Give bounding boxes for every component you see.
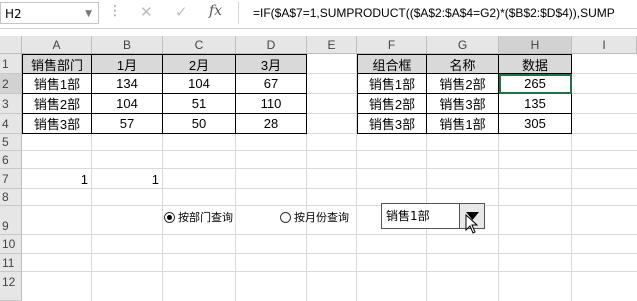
radio-checked-icon[interactable] [164, 211, 175, 223]
table2-header-cell[interactable]: 名称 [427, 54, 499, 74]
table2-cell[interactable]: 135 [499, 94, 572, 114]
table1-cell[interactable]: 销售2部 [22, 94, 92, 114]
gridline [22, 205, 637, 206]
enter-icon[interactable]: ✓ [175, 3, 188, 21]
row-header-4[interactable]: 4 [0, 114, 22, 134]
formula-bar: H2 ▼ ⋮ ✕ ✓ fx =IF($A$7=1,SUMPRODUCT(($A$… [0, 0, 637, 29]
select-all-corner[interactable] [0, 36, 22, 54]
table2-cell[interactable]: 305 [499, 114, 572, 134]
column-header-f[interactable]: F [357, 36, 427, 54]
chevron-down-icon[interactable]: ▼ [85, 3, 92, 25]
cell-a7[interactable]: 1 [22, 169, 92, 189]
row-header-1[interactable]: 1 [0, 54, 22, 74]
table2-cell[interactable]: 销售3部 [357, 114, 427, 134]
column-header-i[interactable]: I [572, 36, 637, 54]
radio-by-month-label: 按月份查询 [294, 211, 349, 224]
cancel-icon[interactable]: ✕ [140, 3, 153, 21]
gridline [22, 234, 637, 235]
gridline [22, 150, 637, 151]
row-header-10[interactable]: 10 [0, 235, 22, 254]
row-header-8[interactable]: 8 [0, 189, 22, 206]
table2-cell[interactable]: 销售2部 [427, 74, 499, 94]
row-header-5[interactable]: 5 [0, 134, 22, 151]
row-header-6[interactable]: 6 [0, 151, 22, 169]
table2-cell[interactable]: 销售1部 [357, 74, 427, 94]
table1-cell[interactable]: 134 [92, 74, 163, 94]
table1-cell[interactable]: 110 [236, 94, 307, 114]
column-header-a[interactable]: A [22, 36, 92, 54]
radio-by-department[interactable]: 按部门查询 [164, 209, 233, 225]
column-header-g[interactable]: G [427, 36, 499, 54]
radio-by-month[interactable]: 按月份查询 [280, 209, 349, 225]
table1-header-cell[interactable]: 销售部门 [22, 54, 92, 74]
table1-cell[interactable]: 51 [163, 94, 236, 114]
table2-cell[interactable]: 销售1部 [427, 114, 499, 134]
column-header-b[interactable]: B [92, 36, 163, 54]
table1-cell[interactable]: 57 [92, 114, 163, 134]
radio-unchecked-icon[interactable] [280, 211, 291, 223]
table2-header-cell[interactable]: 组合框 [357, 54, 427, 74]
table1-header-cell[interactable]: 2月 [163, 54, 236, 74]
formula-input[interactable]: =IF($A$7=1,SUMPRODUCT(($A$2:$A$4=G2)*($B… [238, 2, 637, 24]
column-header-e[interactable]: E [307, 36, 357, 54]
table2-header-cell[interactable]: 数据 [499, 54, 572, 74]
column-header-d[interactable]: D [236, 36, 307, 54]
table1-cell[interactable]: 67 [236, 74, 307, 94]
table2-cell[interactable]: 销售3部 [427, 94, 499, 114]
table1-cell[interactable]: 104 [92, 94, 163, 114]
table1-cell[interactable]: 50 [163, 114, 236, 134]
radio-by-department-label: 按部门查询 [178, 211, 233, 224]
column-header-c[interactable]: C [163, 36, 236, 54]
mouse-cursor-icon [465, 214, 479, 234]
combo-box-value: 销售1部 [386, 209, 430, 223]
table1-header-cell[interactable]: 3月 [236, 54, 307, 74]
active-cell[interactable]: 265 [499, 74, 572, 94]
row-header-2[interactable]: 2 [0, 74, 22, 94]
row-header-9[interactable]: 9 [0, 206, 22, 235]
table1-cell[interactable]: 28 [236, 114, 307, 134]
gridline [22, 271, 637, 272]
table1-cell[interactable]: 销售3部 [22, 114, 92, 134]
table1-cell[interactable]: 销售1部 [22, 74, 92, 94]
column-header-h[interactable]: H [499, 36, 572, 54]
row-header-3[interactable]: 3 [0, 94, 22, 114]
insert-function-icon[interactable]: fx [209, 3, 222, 19]
row-header-11[interactable]: 11 [0, 254, 22, 272]
cell-b7[interactable]: 1 [92, 169, 163, 189]
row-header-7[interactable]: 7 [0, 169, 22, 189]
row-header-12[interactable]: 12 [0, 272, 22, 301]
table1-cell[interactable]: 104 [163, 74, 236, 94]
table2-cell[interactable]: 销售2部 [357, 94, 427, 114]
table1-header-cell[interactable]: 1月 [92, 54, 163, 74]
name-box-value: H2 [5, 7, 22, 21]
gridline [22, 253, 637, 254]
drag-handle-icon[interactable]: ⋮ [108, 3, 122, 19]
name-box[interactable]: H2 ▼ [0, 2, 99, 24]
